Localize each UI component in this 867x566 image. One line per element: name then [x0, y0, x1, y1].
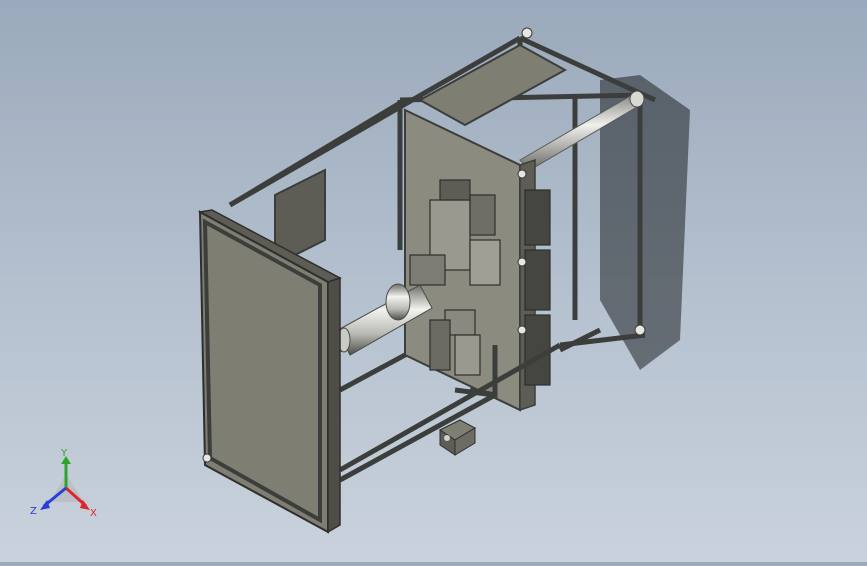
assembly-model[interactable]	[0, 0, 867, 562]
front-panel	[197, 209, 342, 534]
x-axis-label: X	[90, 508, 97, 519]
mechanism-assembly	[409, 179, 551, 386]
z-axis-label: Z	[30, 506, 37, 517]
orientation-triad: Y X Z	[28, 448, 104, 520]
3d-viewport[interactable]	[0, 0, 867, 562]
sensor-block	[439, 419, 477, 456]
y-axis-label: Y	[60, 448, 68, 459]
